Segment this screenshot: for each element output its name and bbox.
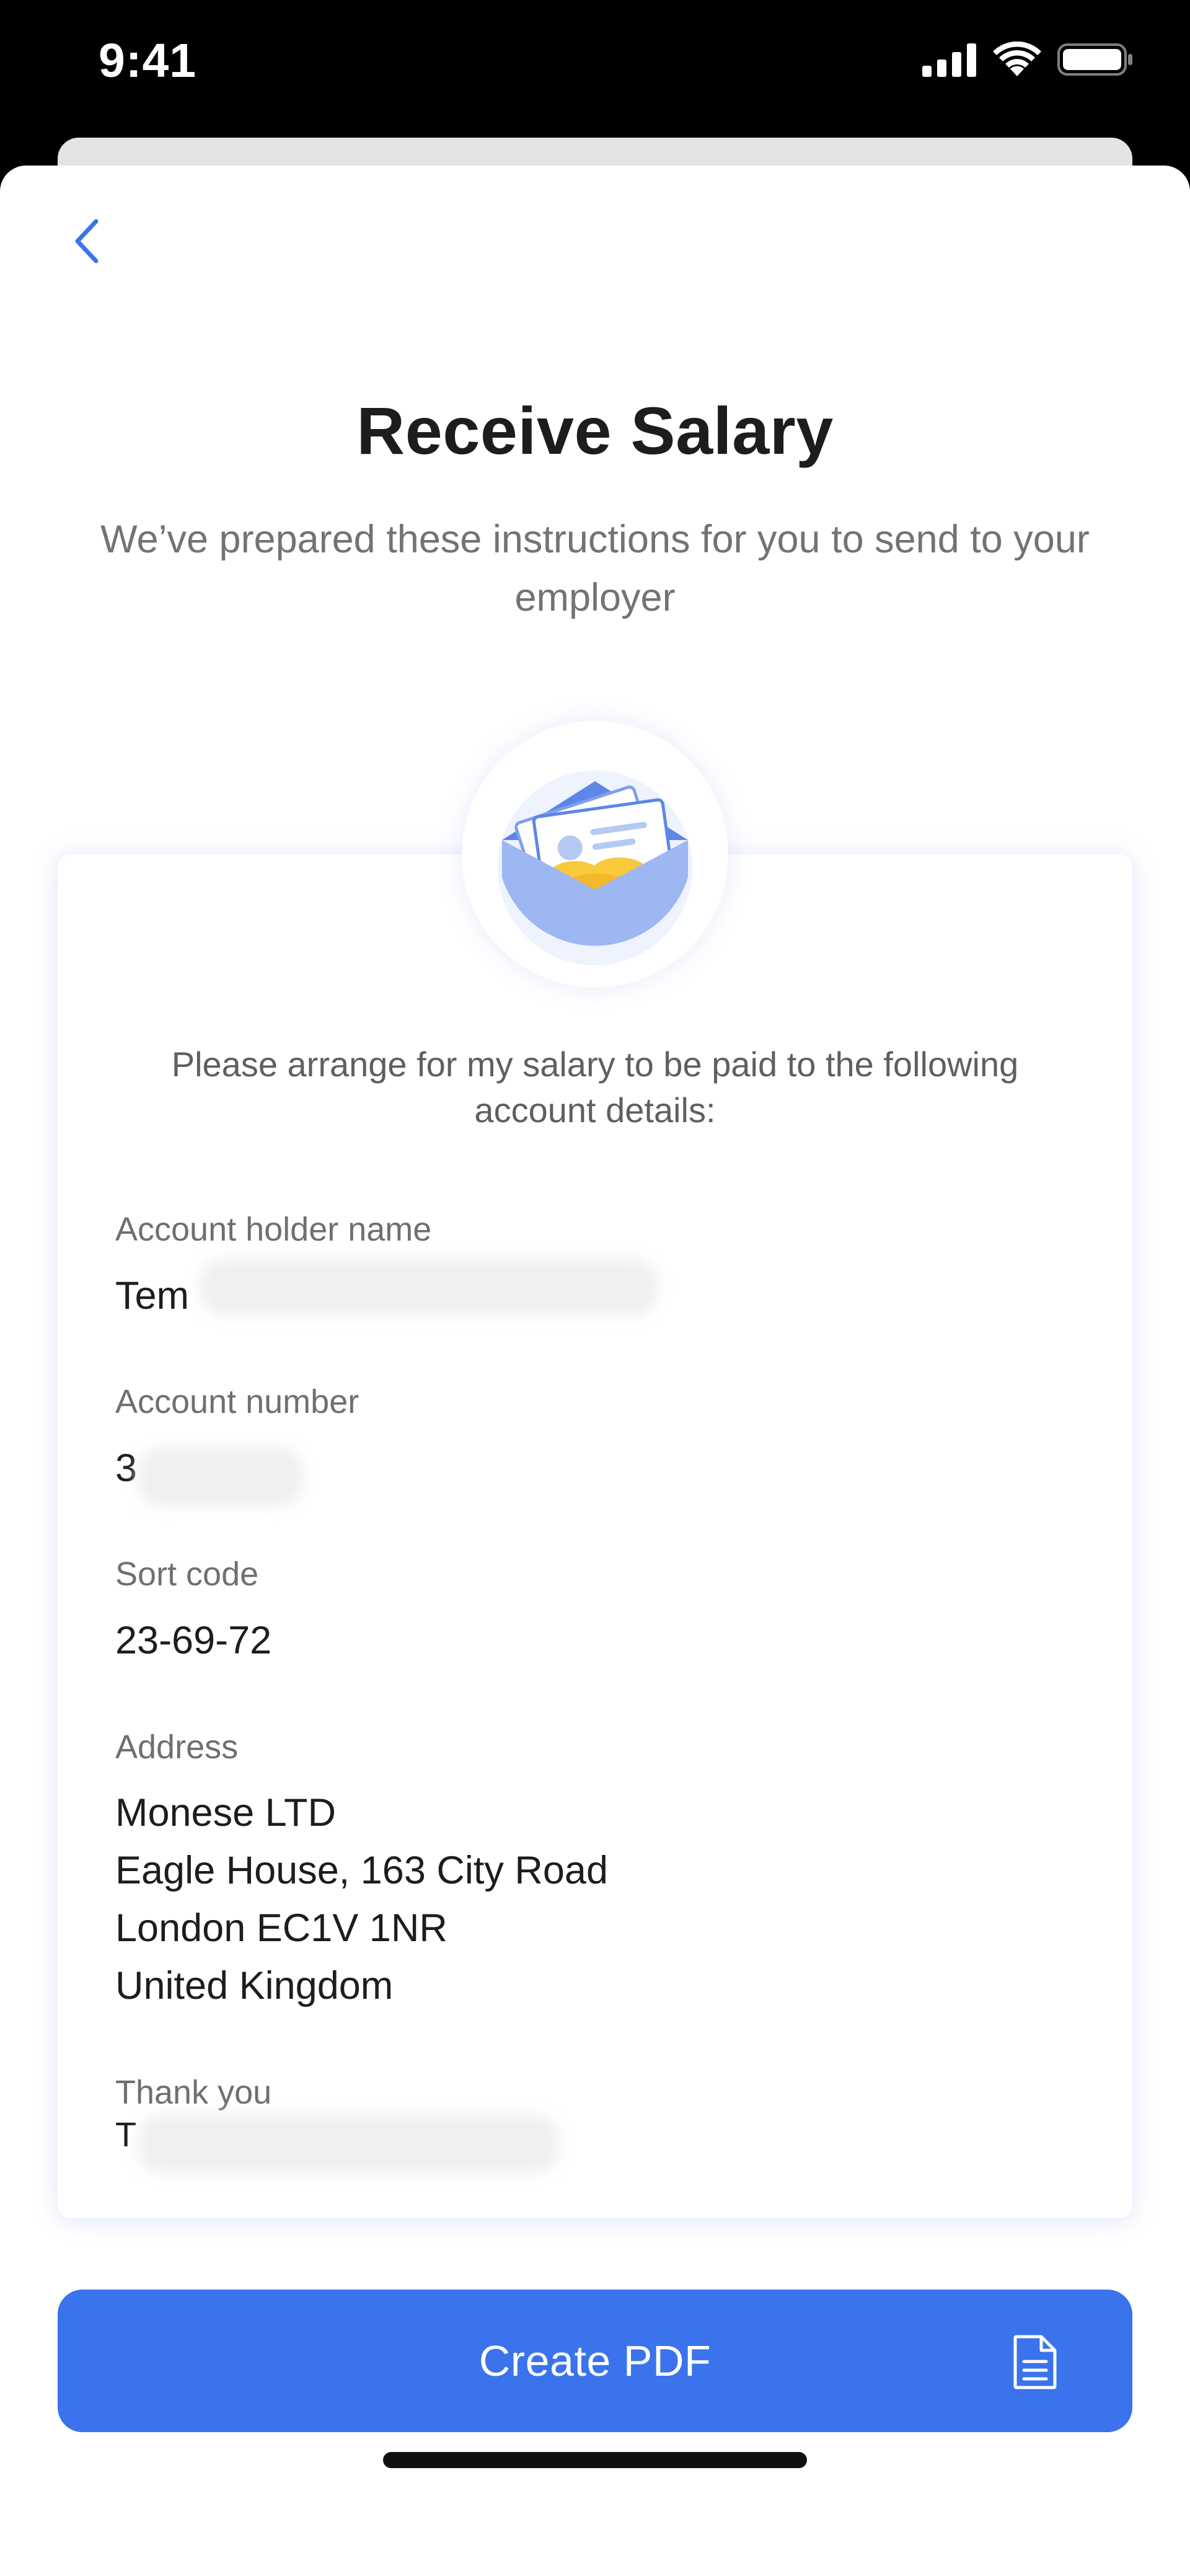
address-line-3: London EC1V 1NR (115, 1906, 447, 1950)
address-line-1: Monese LTD (115, 1791, 336, 1835)
create-pdf-label: Create PDF (478, 2337, 712, 2385)
redacted-account-holder-name (200, 1259, 658, 1316)
account-number-label: Account number (115, 1383, 359, 1420)
sort-code-value: 23-69-72 (115, 1619, 272, 1662)
account-holder-name-label: Account holder name (115, 1211, 432, 1248)
home-indicator[interactable] (383, 2452, 807, 2468)
page-title: Receive Salary (356, 393, 834, 468)
sign-off-name: T (115, 2115, 137, 2154)
status-icons (922, 37, 1134, 82)
account-holder-name-value: Tem (115, 1274, 190, 1317)
battery-icon (1057, 43, 1132, 76)
cellular-signal-icon (922, 43, 976, 77)
wifi-icon (993, 42, 1041, 76)
back-button[interactable] (63, 213, 110, 270)
address-line-4: United Kingdom (115, 1964, 394, 2007)
envelope-with-payslip-icon (498, 771, 692, 965)
document-icon (1013, 2335, 1057, 2389)
address-label: Address (115, 1728, 239, 1766)
sign-off-label: Thank you (115, 2074, 272, 2111)
redacted-account-number (138, 1447, 304, 1507)
account-number-value: 3 (115, 1446, 138, 1490)
status-time: 9:41 (99, 34, 197, 87)
redacted-sign-off-name (138, 2114, 559, 2174)
create-pdf-button[interactable]: Create PDF (58, 2290, 1132, 2432)
sort-code-label: Sort code (115, 1556, 259, 1593)
status-bar: 9:41 (0, 0, 1190, 130)
receive-salary-screen: 9:41 Receive Salary We’ve prepared these… (0, 0, 1190, 2576)
address-line-2: Eagle House, 163 City Road (115, 1849, 608, 1892)
chevron-left-icon (75, 219, 99, 263)
page-subtitle: We’ve prepared these instructions for yo… (100, 518, 1090, 619)
card-intro-text: Please arrange for my salary to be paid … (171, 1045, 1019, 1130)
